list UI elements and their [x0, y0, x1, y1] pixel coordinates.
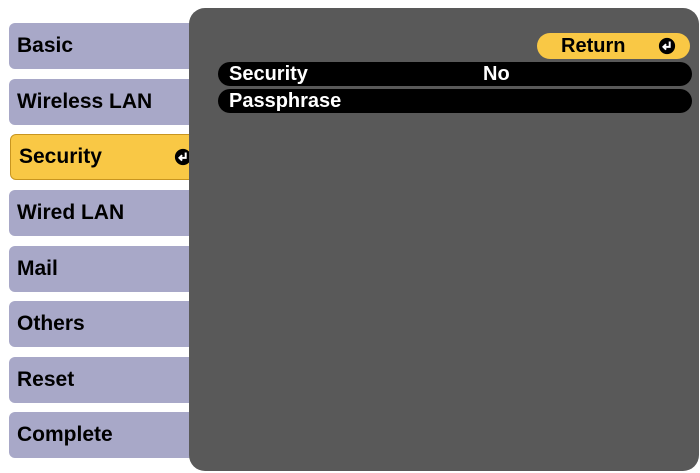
- security-row[interactable]: Security No: [218, 62, 692, 86]
- return-label: Return: [561, 34, 626, 57]
- sidebar-item-label: Wireless LAN: [17, 90, 153, 113]
- sidebar-item-wireless-lan[interactable]: Wireless LAN: [9, 79, 199, 125]
- return-button[interactable]: Return: [537, 33, 690, 59]
- sidebar-item-reset[interactable]: Reset: [9, 357, 199, 403]
- sidebar-item-label: Wired LAN: [17, 201, 125, 224]
- sidebar-item-basic[interactable]: Basic: [9, 23, 199, 69]
- sidebar-item-complete[interactable]: Complete: [9, 412, 199, 458]
- sidebar-item-security[interactable]: Security: [10, 134, 200, 180]
- enter-icon: [658, 37, 676, 55]
- row-label: Security: [229, 62, 308, 85]
- sidebar-item-label: Complete: [17, 423, 113, 446]
- sidebar-item-label: Security: [19, 145, 102, 168]
- sidebar-item-label: Mail: [17, 257, 58, 280]
- sidebar-item-others[interactable]: Others: [9, 301, 199, 347]
- row-label: Passphrase: [229, 89, 342, 112]
- sidebar-item-label: Basic: [17, 34, 74, 57]
- row-value: No: [483, 62, 510, 85]
- sidebar-item-label: Reset: [17, 368, 75, 391]
- sidebar-item-mail[interactable]: Mail: [9, 246, 199, 292]
- passphrase-row[interactable]: Passphrase: [218, 89, 692, 113]
- sidebar-item-label: Others: [17, 312, 85, 335]
- settings-screen: Basic Wireless LAN Security Wired LAN Ma…: [0, 0, 700, 473]
- sidebar-item-wired-lan[interactable]: Wired LAN: [9, 190, 199, 236]
- sidebar: Basic Wireless LAN Security Wired LAN Ma…: [0, 0, 200, 473]
